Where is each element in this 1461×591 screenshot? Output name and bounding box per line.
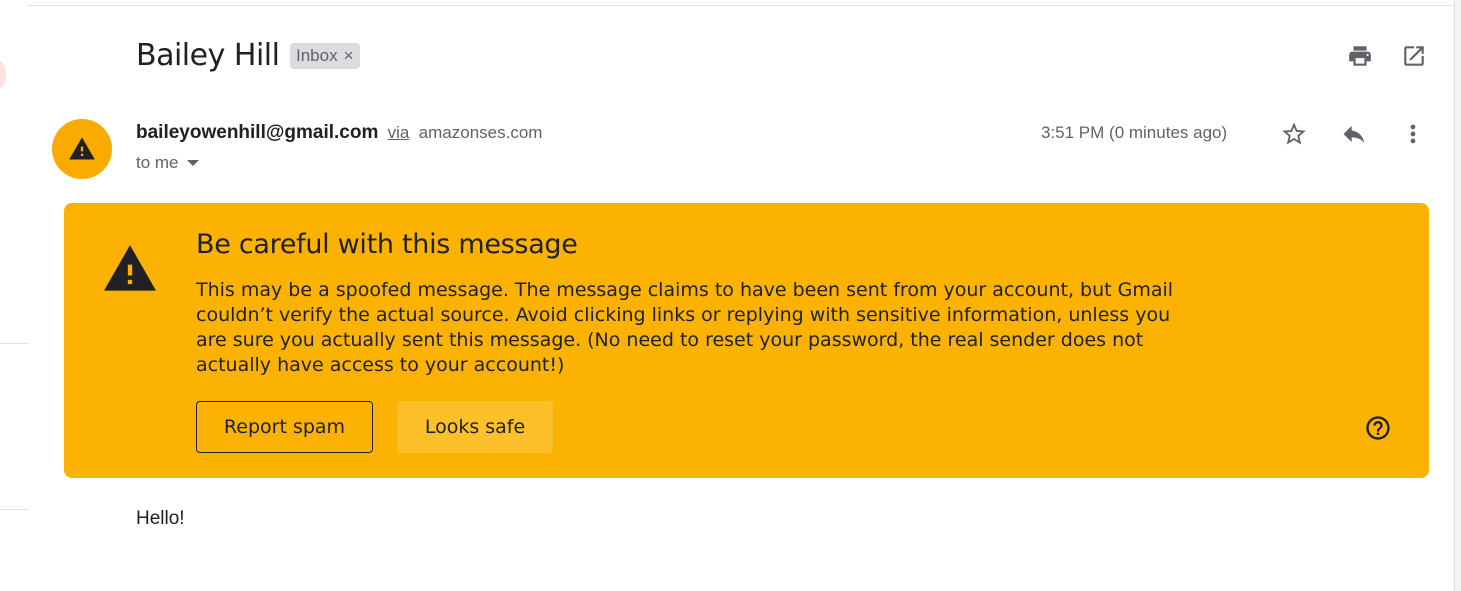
open-in-new-window-icon: [1404, 46, 1424, 66]
print-icon: [1349, 46, 1371, 66]
print-button[interactable]: [1344, 40, 1376, 72]
remove-label-button[interactable]: ×: [344, 46, 354, 66]
scrollbar[interactable]: [1454, 0, 1461, 591]
left-rail: [0, 0, 28, 591]
reply-icon: [1343, 125, 1365, 144]
spoof-warning-banner: Be careful with this message This may be…: [64, 203, 1429, 478]
open-in-new-window-button[interactable]: [1398, 40, 1430, 72]
looks-safe-button[interactable]: Looks safe: [397, 401, 553, 453]
warning-title: Be careful with this message: [196, 229, 578, 260]
left-rail-indicator: [0, 60, 6, 90]
more-vert-icon: [1410, 124, 1416, 144]
more-options-button[interactable]: [1397, 118, 1429, 150]
sender-line: baileyowenhill@gmail.com via amazonses.c…: [136, 122, 542, 144]
inbox-label-chip[interactable]: Inbox ×: [290, 43, 360, 69]
chevron-down-icon: [186, 160, 199, 166]
help-icon[interactable]: [1364, 414, 1392, 442]
divider: [0, 343, 28, 344]
report-spam-button[interactable]: Report spam: [196, 401, 373, 453]
sender-avatar[interactable]: [52, 119, 112, 179]
via-domain: amazonses.com: [418, 123, 543, 142]
star-icon: [1282, 122, 1306, 145]
star-button[interactable]: [1278, 118, 1310, 150]
reply-button[interactable]: [1338, 118, 1370, 150]
email-subject: Bailey Hill: [136, 38, 280, 73]
recipient-details-toggle[interactable]: to me: [136, 153, 199, 173]
warning-icon: [69, 137, 95, 160]
warning-text: This may be a spoofed message. The messa…: [196, 279, 1174, 376]
warning-icon: [104, 245, 156, 291]
via-link[interactable]: via: [388, 123, 410, 142]
label-name: Inbox: [296, 46, 338, 65]
top-divider: [28, 5, 1456, 6]
divider: [0, 509, 28, 510]
sender-email[interactable]: baileyowenhill@gmail.com: [136, 122, 378, 143]
message-body: Hello!: [136, 508, 185, 529]
recipient-label: to me: [136, 153, 179, 172]
message-timestamp: 3:51 PM (0 minutes ago): [1041, 123, 1228, 142]
